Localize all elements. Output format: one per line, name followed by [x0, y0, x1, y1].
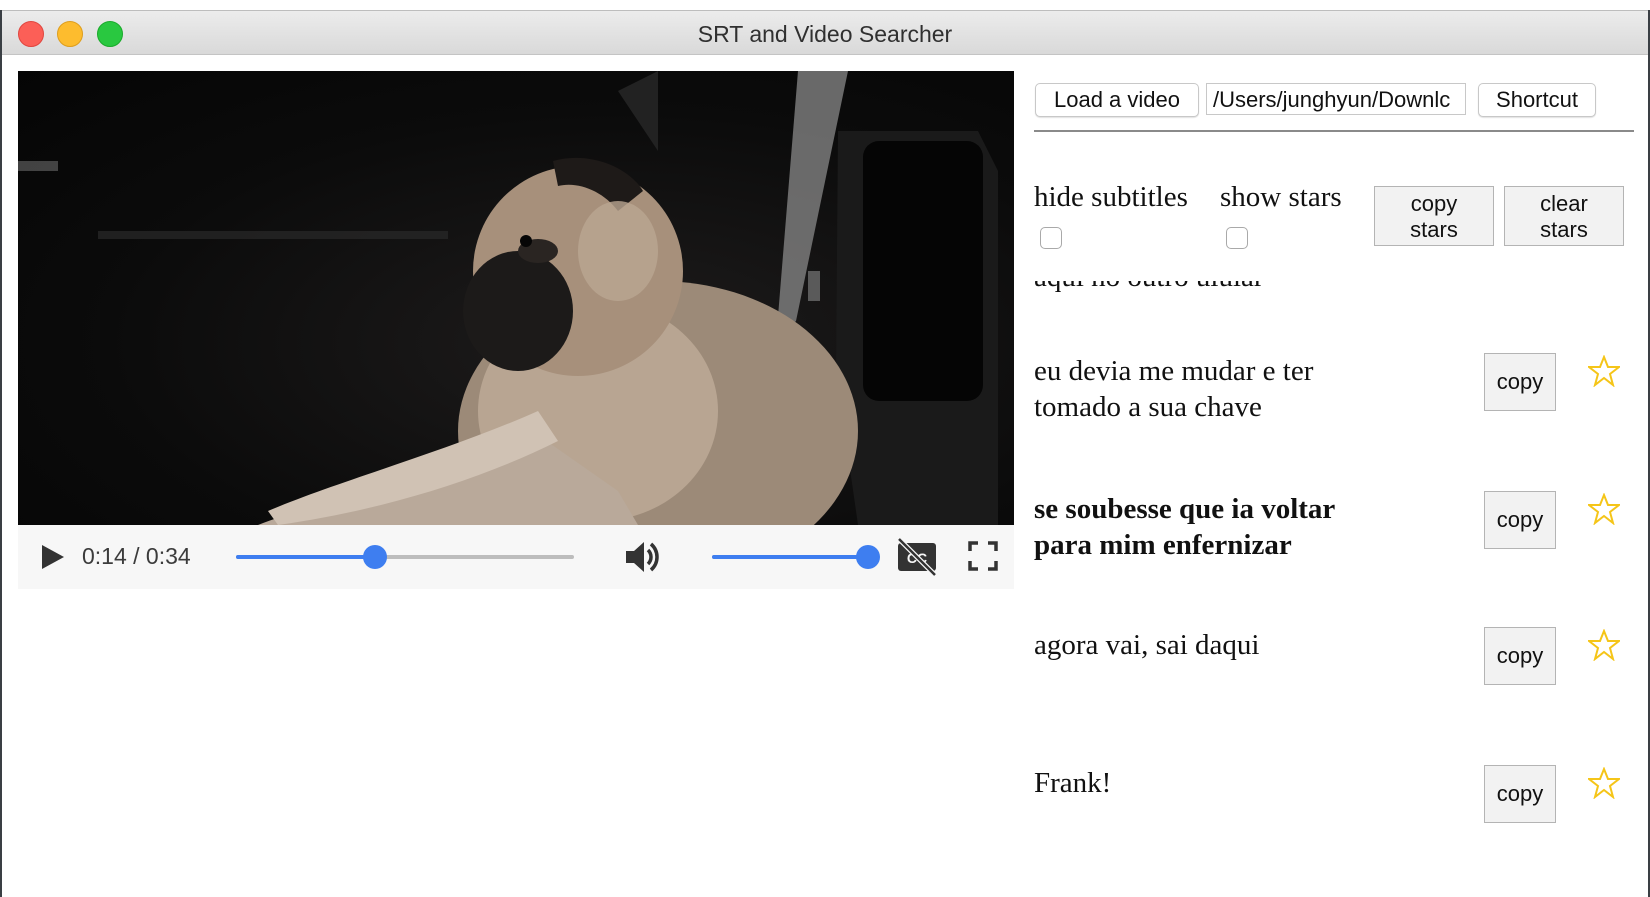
toolbar-divider	[1034, 130, 1634, 132]
window-title: SRT and Video Searcher	[697, 21, 953, 47]
show-stars-checkbox[interactable]	[1226, 227, 1248, 249]
seek-slider-thumb[interactable]	[363, 545, 388, 569]
title-bar: SRT and Video Searcher	[2, 11, 1648, 55]
subtitle-list[interactable]: aqui no outro ulular eu devia me mudar e…	[1032, 281, 1642, 897]
copy-stars-button[interactable]: copy stars	[1374, 186, 1494, 246]
star-icon[interactable]	[1588, 767, 1620, 799]
subtitle-text: eu devia me mudar e ter tomado a sua cha…	[1034, 353, 1414, 425]
copy-subtitle-button[interactable]: copy	[1484, 491, 1556, 549]
subtitle-clipped-text: aqui no outro ulular	[1034, 281, 1264, 294]
copy-stars-label-line2: stars	[1410, 217, 1458, 242]
toolbar: Load a video /Users/junghyun/Downlc Shor…	[1032, 83, 1632, 119]
show-stars-label: show stars	[1220, 181, 1342, 213]
copy-subtitle-button[interactable]: copy	[1484, 353, 1556, 411]
subtitle-line: para mim enfernizar	[1034, 529, 1292, 561]
fullscreen-icon[interactable]	[968, 541, 998, 571]
seek-slider-fill	[236, 555, 376, 559]
subtitle-text: agora vai, sai daqui	[1034, 627, 1414, 663]
copy-stars-label-line1: copy	[1410, 191, 1458, 216]
app-window: SRT and Video Searcher 0:14 / 0:34 Load …	[2, 10, 1648, 897]
star-icon[interactable]	[1588, 355, 1620, 387]
video-controls: 0:14 / 0:34 CC	[18, 525, 1014, 589]
time-display: 0:14 / 0:34	[82, 543, 191, 569]
volume-icon[interactable]	[622, 537, 662, 577]
hide-subtitles-label: hide subtitles	[1034, 181, 1188, 213]
hide-subtitles-checkbox[interactable]	[1040, 227, 1062, 249]
copy-subtitle-button[interactable]: copy	[1484, 765, 1556, 823]
volume-slider-thumb[interactable]	[856, 545, 880, 569]
seek-slider[interactable]	[236, 545, 574, 569]
subtitle-text: se soubesse que ia voltar para mim enfer…	[1034, 491, 1414, 563]
subtitle-line: se soubesse que ia voltar	[1034, 493, 1336, 525]
play-icon[interactable]	[40, 543, 66, 571]
volume-slider-fill	[712, 555, 868, 559]
subtitle-line: eu devia me mudar e ter	[1034, 355, 1314, 387]
volume-slider[interactable]	[712, 545, 880, 569]
video-path-field[interactable]: /Users/junghyun/Downlc	[1206, 83, 1466, 115]
clear-stars-label-line2: stars	[1540, 217, 1588, 242]
clear-stars-button[interactable]: clear stars	[1504, 186, 1624, 246]
subtitle-row: Frank! copy	[1032, 765, 1642, 897]
subtitle-row: se soubesse que ia voltar para mim enfer…	[1032, 491, 1642, 631]
subtitle-line: agora vai, sai daqui	[1034, 629, 1260, 661]
closed-captions-off-icon[interactable]: CC	[896, 537, 938, 577]
subtitle-row: eu devia me mudar e ter tomado a sua cha…	[1032, 353, 1642, 493]
subtitle-panel: Load a video /Users/junghyun/Downlc Shor…	[1032, 55, 1642, 897]
video-still-image	[18, 71, 998, 525]
video-frame[interactable]	[18, 71, 1014, 525]
subtitle-line: tomado a sua chave	[1034, 391, 1262, 423]
clear-stars-label-line1: clear	[1540, 191, 1588, 216]
subtitle-text: Frank!	[1034, 765, 1414, 801]
desktop-background	[0, 0, 1650, 10]
star-icon[interactable]	[1588, 493, 1620, 525]
shortcut-button[interactable]: Shortcut	[1478, 83, 1596, 117]
star-icon[interactable]	[1588, 629, 1620, 661]
subtitle-line: Frank!	[1034, 767, 1112, 799]
load-video-button[interactable]: Load a video	[1035, 83, 1199, 117]
subtitle-row: agora vai, sai daqui copy	[1032, 627, 1642, 767]
copy-subtitle-button[interactable]: copy	[1484, 627, 1556, 685]
